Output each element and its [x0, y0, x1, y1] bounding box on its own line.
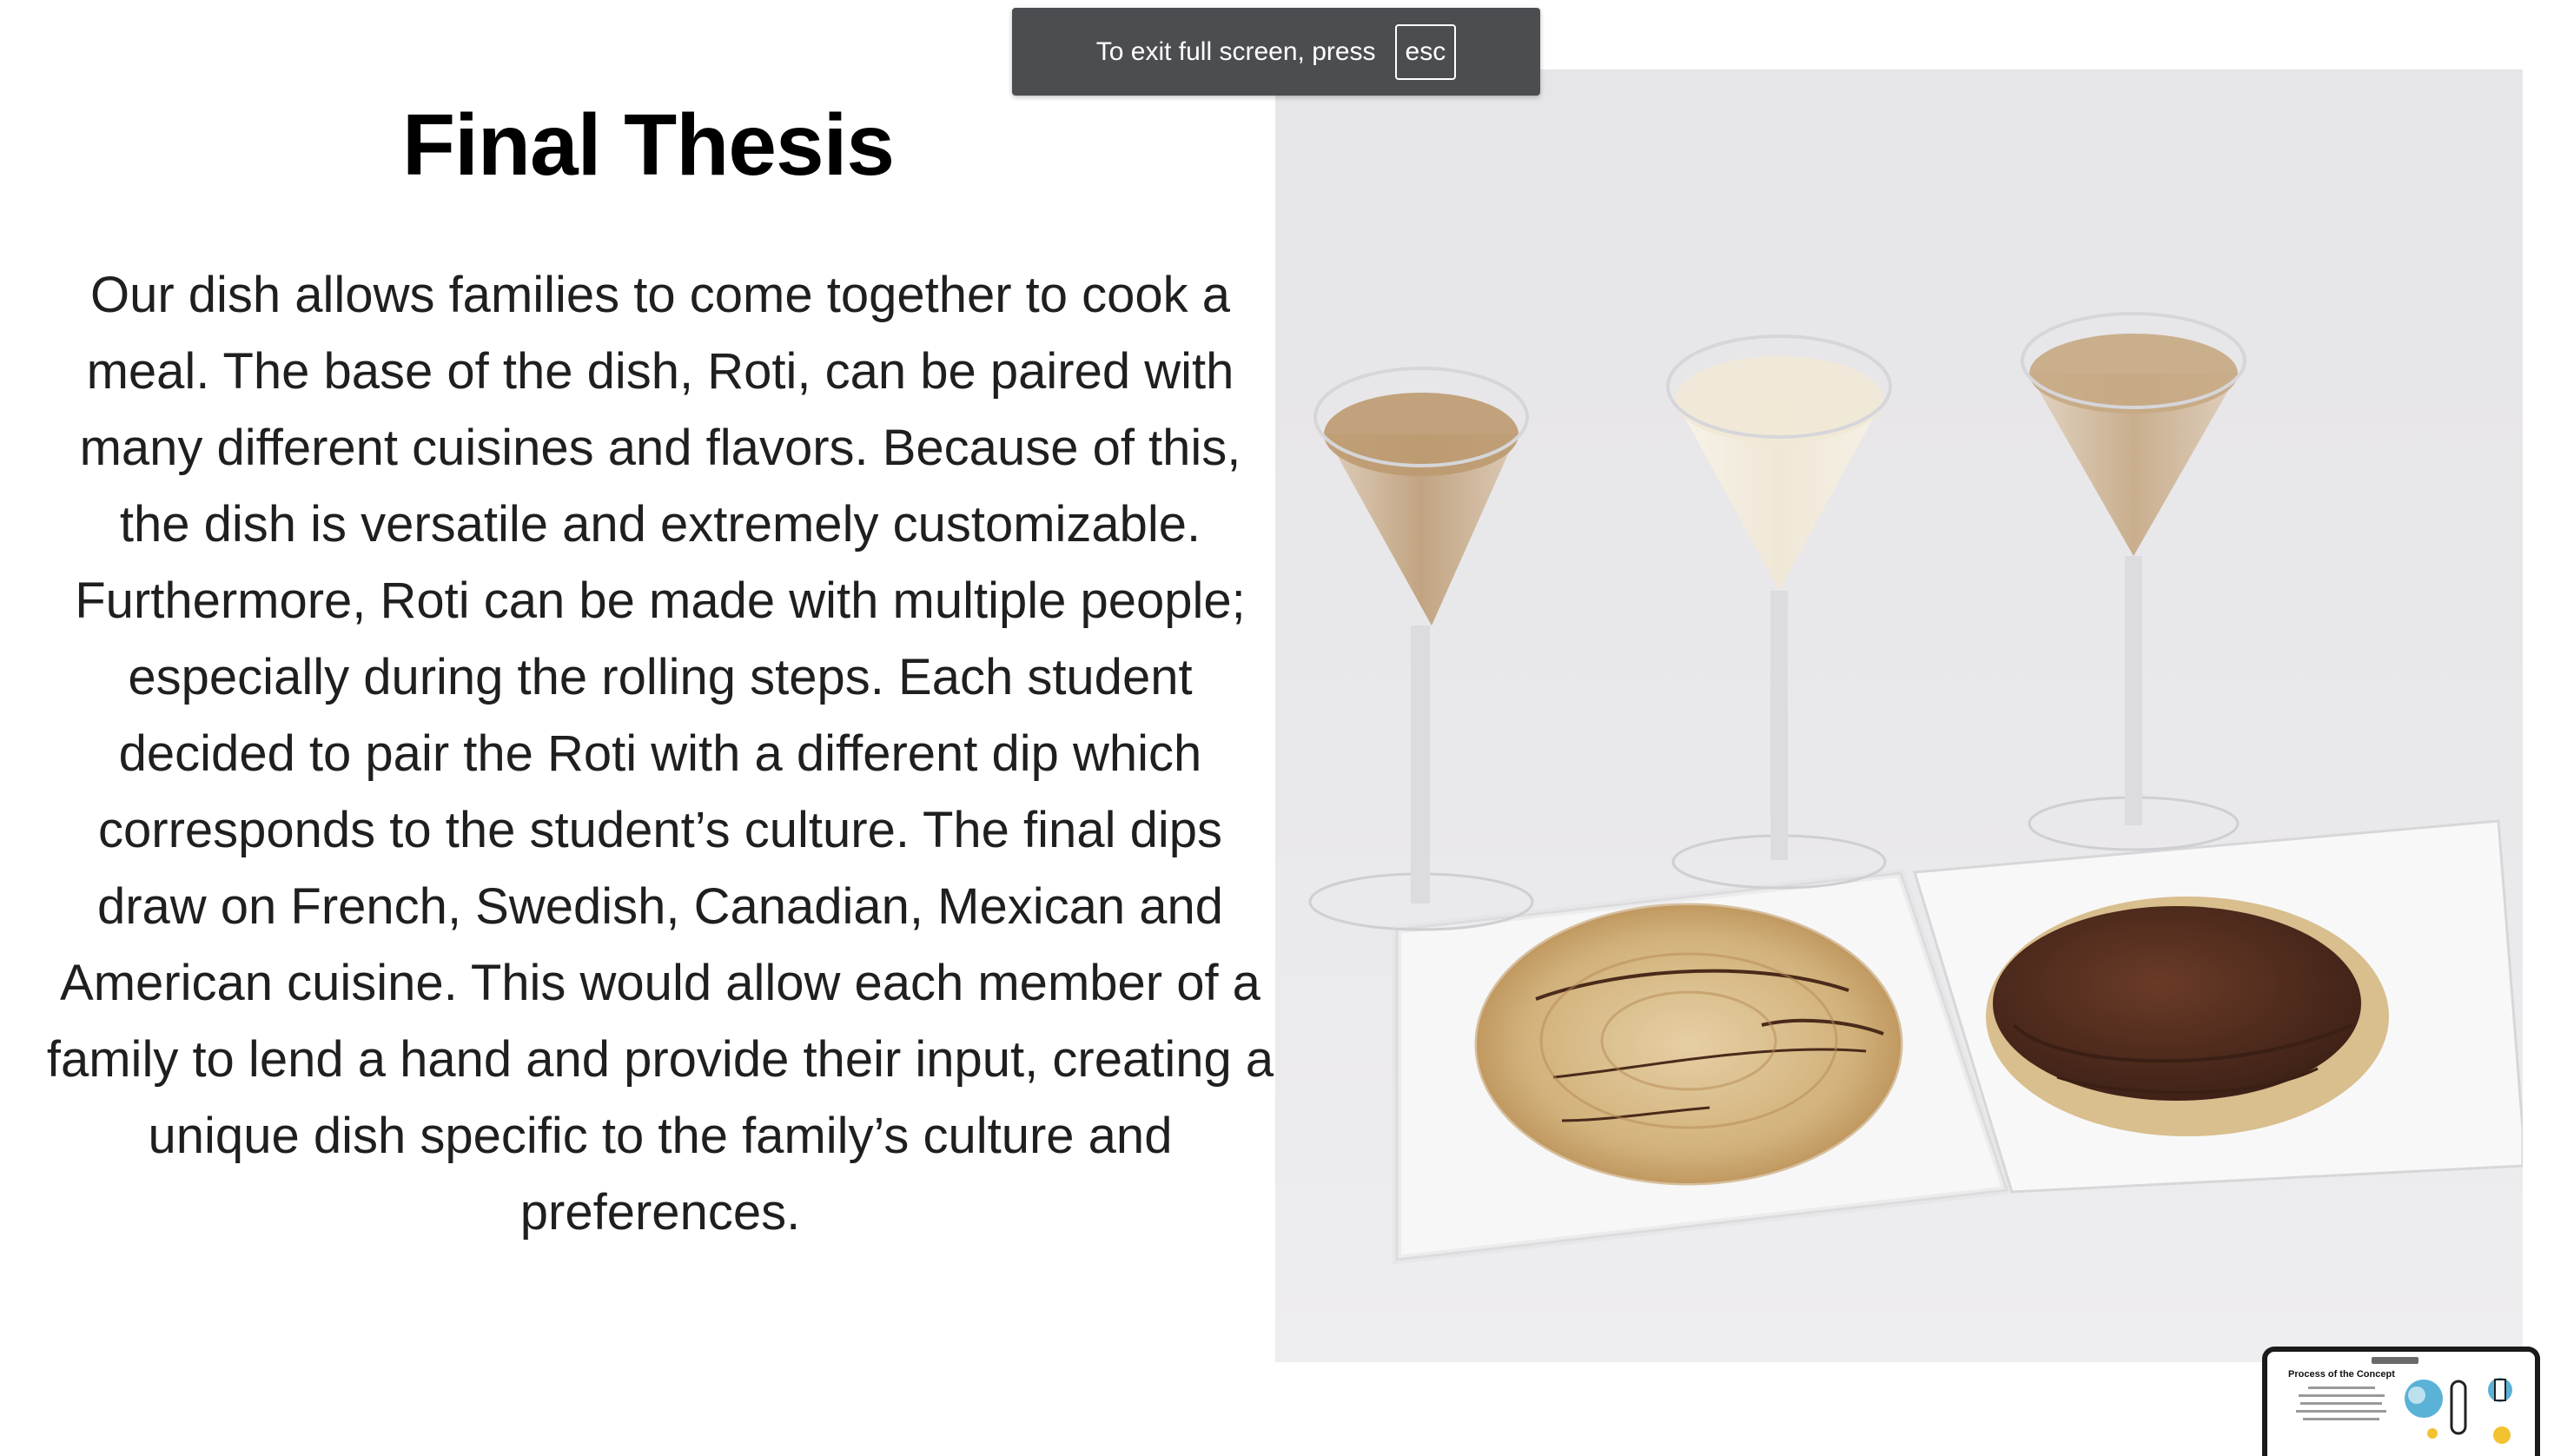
martini-glass-left	[1308, 367, 1534, 931]
martini-glass-middle	[1666, 334, 1892, 890]
fullscreen-exit-notice: To exit full screen, press esc	[1012, 8, 1540, 96]
next-slide-thumbnail[interactable]: Process of the Concept	[2262, 1347, 2540, 1456]
dish-photo	[1275, 69, 2523, 1362]
slide-title: Final Thesis	[402, 96, 895, 194]
martini-glass-right	[2021, 312, 2246, 851]
thumbnail-illustration	[2405, 1378, 2512, 1444]
thumbnail-text-lines	[2293, 1387, 2389, 1426]
thumbnail-title: Process of the Concept	[2288, 1369, 2395, 1380]
thumbnail-chip	[2372, 1357, 2418, 1364]
roti-chocolate	[1986, 897, 2389, 1136]
fullscreen-notice-text: To exit full screen, press	[1095, 36, 1376, 66]
roti-plain	[1474, 903, 1903, 1186]
esc-key-indicator: esc	[1394, 23, 1457, 80]
slide-body-text: Our dish allows families to come togethe…	[46, 267, 1274, 1241]
presentation-slide: Final Thesis Our dish allows families to…	[0, 0, 2554, 1456]
